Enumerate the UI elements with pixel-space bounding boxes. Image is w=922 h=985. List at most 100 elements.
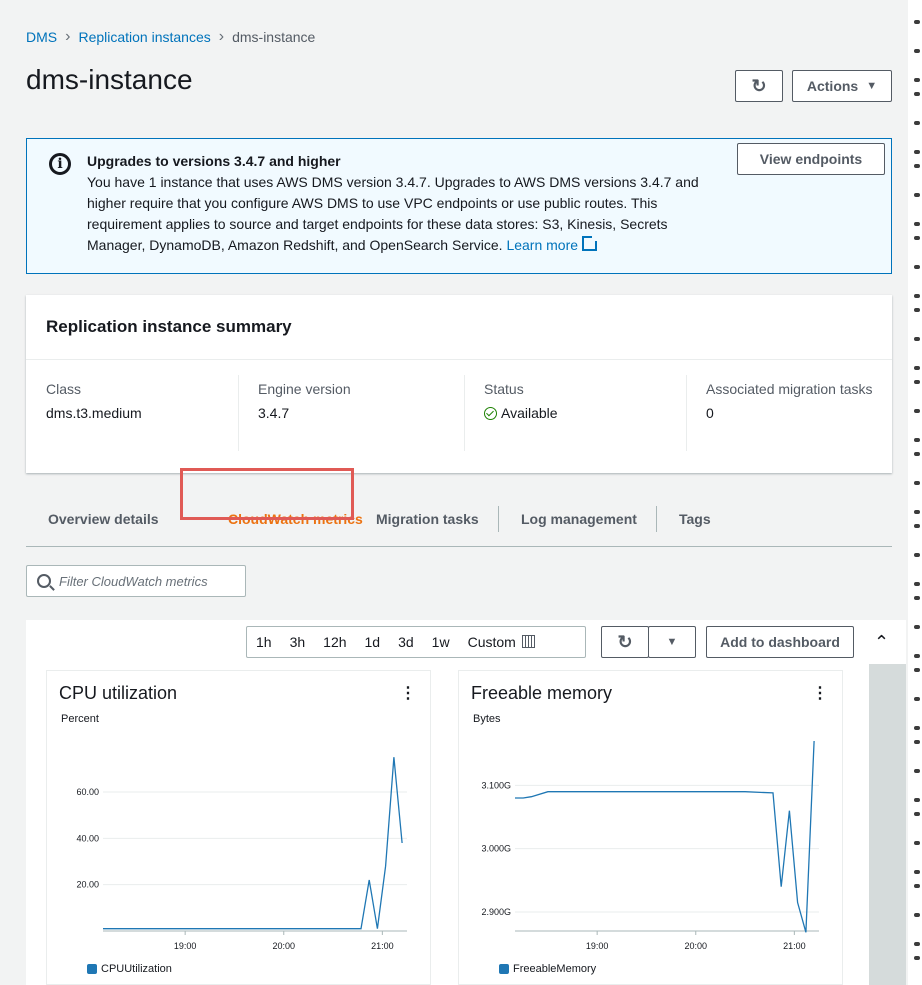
calendar-icon bbox=[521, 635, 535, 648]
y-tick-label: 2.900G bbox=[481, 907, 511, 917]
learn-more-link[interactable]: Learn more bbox=[506, 237, 578, 253]
actions-label: Actions bbox=[806, 78, 859, 94]
torn-edge-mark bbox=[914, 438, 920, 442]
view-endpoints-button[interactable]: View endpoints bbox=[737, 143, 885, 175]
torn-edge-mark bbox=[914, 956, 920, 960]
torn-edge-mark bbox=[914, 524, 920, 528]
tab-migration-tasks[interactable]: Migration tasks bbox=[376, 492, 479, 546]
legend: FreeableMemory bbox=[499, 963, 596, 975]
divider bbox=[686, 375, 687, 451]
torn-edge-mark bbox=[914, 596, 920, 600]
tab-tags[interactable]: Tags bbox=[679, 492, 711, 546]
torn-edge-mark bbox=[914, 510, 920, 514]
alert-body: You have 1 instance that uses AWS DMS ve… bbox=[87, 172, 727, 256]
time-range-selector: 1h 3h 12h 1d 3d 1w Custom bbox=[246, 626, 586, 658]
range-1h[interactable]: 1h bbox=[247, 634, 281, 650]
x-tick-label: 21:00 bbox=[371, 941, 394, 951]
widget-title: CPU utilization bbox=[59, 683, 178, 703]
torn-edge-mark bbox=[914, 92, 920, 96]
y-axis-label: Bytes bbox=[473, 713, 501, 725]
caret-down-icon: ▼ bbox=[866, 80, 878, 92]
actions-button[interactable]: Actions ▼ bbox=[792, 70, 892, 102]
field-value: dms.t3.medium bbox=[46, 405, 142, 421]
torn-edge-mark bbox=[914, 164, 920, 168]
range-3h[interactable]: 3h bbox=[281, 634, 315, 650]
divider bbox=[238, 375, 239, 451]
range-1d[interactable]: 1d bbox=[356, 634, 390, 650]
refresh-icon: ↻ bbox=[617, 631, 633, 652]
torn-edge-mark bbox=[914, 740, 920, 744]
metrics-panel: 1h 3h 12h 1d 3d 1w Custom ↻ ▼ Add to das… bbox=[26, 620, 906, 985]
torn-edge-mark bbox=[914, 294, 920, 298]
torn-edge-mark bbox=[914, 222, 920, 226]
custom-label: Custom bbox=[467, 634, 516, 650]
torn-edge-mark bbox=[914, 798, 920, 802]
freeable-memory-widget: Freeable memory ⋮ Bytes 2.900G 3.000G 3.10… bbox=[458, 670, 843, 985]
summary-migration-tasks: Associated migration tasks 0 bbox=[706, 381, 873, 421]
torn-edge-mark bbox=[914, 654, 920, 658]
torn-edge-mark bbox=[914, 913, 920, 917]
x-tick-label: 21:00 bbox=[783, 941, 806, 951]
info-icon: i bbox=[49, 153, 71, 175]
torn-edge-mark bbox=[914, 884, 920, 888]
cpu-utilization-widget: CPU utilization ⋮ Percent 20.00 40.00 60.0… bbox=[46, 670, 431, 985]
summary-class: Class dms.t3.medium bbox=[46, 381, 142, 421]
range-12h[interactable]: 12h bbox=[314, 634, 355, 650]
y-tick-label: 3.000G bbox=[481, 844, 511, 854]
summary-card: Replication instance summary Class dms.t… bbox=[26, 295, 892, 473]
torn-edge-mark bbox=[914, 481, 920, 485]
torn-edge-mark bbox=[914, 812, 920, 816]
cpu-utilization-chart: 20.00 40.00 60.00 19:00 20:00 21:00 bbox=[76, 757, 407, 951]
info-alert: i Upgrades to versions 3.4.7 and higher … bbox=[26, 138, 892, 274]
torn-edge-mark bbox=[914, 625, 920, 629]
chevron-right-icon: › bbox=[218, 28, 225, 45]
summary-status: Status Available bbox=[484, 381, 558, 421]
torn-edge-mark bbox=[914, 20, 920, 24]
field-label: Status bbox=[484, 381, 524, 397]
torn-edge-mark bbox=[914, 942, 920, 946]
page-title: dms-instance bbox=[26, 64, 193, 95]
tab-overview-details[interactable]: Overview details bbox=[48, 492, 159, 546]
more-options-icon[interactable]: ⋮ bbox=[812, 683, 828, 703]
tab-log-management[interactable]: Log management bbox=[521, 492, 637, 546]
refresh-button[interactable]: ↻ bbox=[735, 70, 783, 102]
external-link-icon bbox=[582, 234, 600, 251]
refresh-metrics-button[interactable]: ↻ bbox=[601, 626, 649, 658]
status-value: Available bbox=[501, 405, 558, 421]
torn-edge-mark bbox=[914, 380, 920, 384]
filter-placeholder: Filter CloudWatch metrics bbox=[59, 573, 208, 589]
annotation-highlight-box bbox=[180, 468, 354, 520]
scrollbar[interactable] bbox=[869, 664, 906, 985]
filter-metrics-input[interactable]: Filter CloudWatch metrics bbox=[26, 565, 246, 597]
summary-engine-version: Engine version 3.4.7 bbox=[258, 381, 351, 421]
torn-edge-mark bbox=[914, 452, 920, 456]
range-custom[interactable]: Custom bbox=[459, 634, 544, 650]
torn-edge-mark bbox=[914, 308, 920, 312]
legend-label: FreeableMemory bbox=[513, 963, 597, 975]
legend: CPUUtilization bbox=[87, 963, 172, 975]
divider bbox=[26, 359, 892, 360]
alert-title: Upgrades to versions 3.4.7 and higher bbox=[87, 153, 341, 169]
torn-edge-mark bbox=[914, 150, 920, 154]
breadcrumb-replication-instances[interactable]: Replication instances bbox=[78, 29, 210, 45]
divider bbox=[656, 506, 657, 532]
torn-edge-mark bbox=[914, 841, 920, 845]
torn-edge-mark bbox=[914, 697, 920, 701]
refresh-options-dropdown[interactable]: ▼ bbox=[648, 626, 696, 658]
y-tick-label: 3.100G bbox=[481, 780, 511, 790]
x-tick-label: 20:00 bbox=[272, 941, 295, 951]
range-3d[interactable]: 3d bbox=[389, 634, 423, 650]
field-value: 0 bbox=[706, 405, 714, 421]
series-line bbox=[515, 740, 815, 933]
collapse-icon[interactable]: ⌃ bbox=[874, 632, 889, 653]
series-line bbox=[103, 757, 403, 930]
field-value: 3.4.7 bbox=[258, 405, 290, 421]
torn-edge-mark bbox=[914, 726, 920, 730]
page: DMS › Replication instances › dms-instan… bbox=[0, 0, 909, 985]
more-options-icon[interactable]: ⋮ bbox=[400, 683, 416, 703]
breadcrumb: DMS › Replication instances › dms-instan… bbox=[26, 28, 315, 46]
add-to-dashboard-button[interactable]: Add to dashboard bbox=[706, 626, 854, 658]
breadcrumb-dms[interactable]: DMS bbox=[26, 29, 57, 45]
range-1w[interactable]: 1w bbox=[423, 634, 459, 650]
status-badge: Available bbox=[484, 405, 558, 421]
